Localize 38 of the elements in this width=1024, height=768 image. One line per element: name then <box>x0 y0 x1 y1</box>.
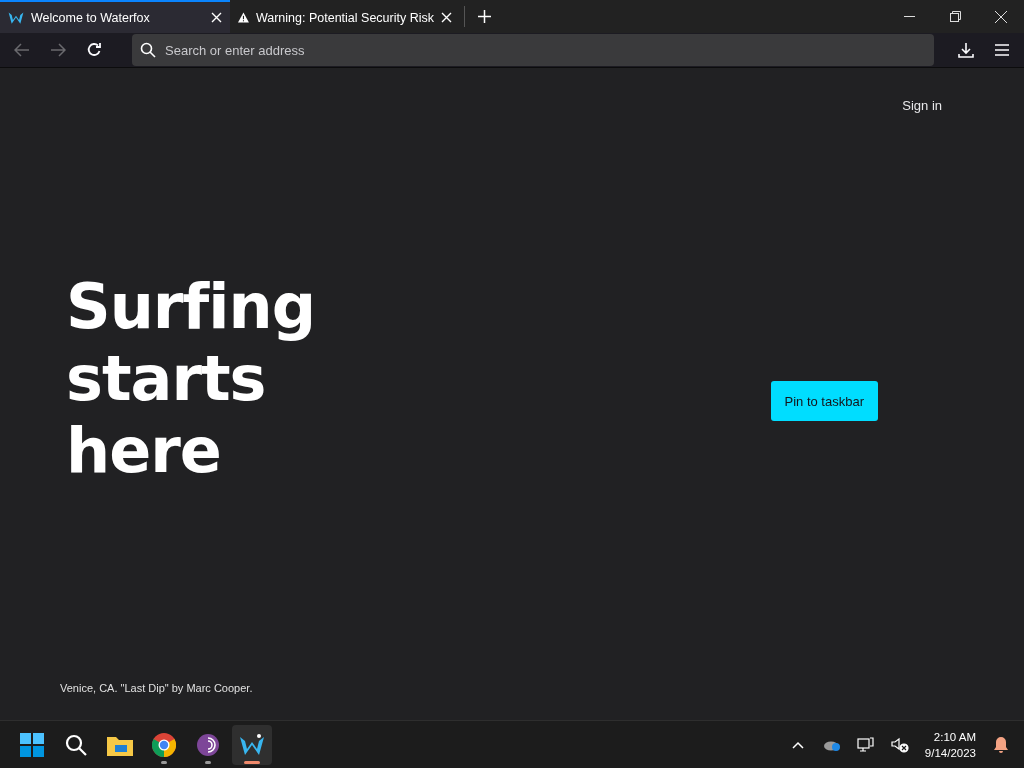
running-indicator <box>161 760 167 764</box>
running-indicator <box>244 760 260 764</box>
browser-tab[interactable]: Welcome to Waterfox <box>0 0 230 33</box>
back-arrow-icon <box>14 43 30 57</box>
clock[interactable]: 2:10 AM 9/14/2023 <box>924 728 976 761</box>
close-tab-button[interactable] <box>441 12 452 23</box>
close-tab-button[interactable] <box>211 12 222 23</box>
search-icon <box>64 732 88 757</box>
time-text: 2:10 AM <box>933 729 976 745</box>
taskbar-app-button[interactable] <box>232 724 272 765</box>
menu-icon <box>994 43 1010 57</box>
headline: Surfing starts here <box>66 271 316 487</box>
search-icon <box>140 42 156 58</box>
chrome-logo-icon <box>152 732 176 757</box>
browser-tab[interactable]: Warning: Potential Security Risk <box>230 0 460 33</box>
download-icon <box>958 42 974 58</box>
reload-icon <box>86 42 102 58</box>
restore-icon <box>949 11 961 22</box>
speaker-muted-icon <box>890 736 909 753</box>
windows-logo-icon <box>20 732 44 757</box>
warning-icon <box>238 10 249 25</box>
plus-icon <box>477 10 491 23</box>
onion-logo-icon <box>196 732 220 757</box>
date-text: 9/14/2023 <box>924 745 976 761</box>
network-icon <box>856 736 875 753</box>
address-field[interactable]: Search or enter address <box>132 34 934 66</box>
chevron-up-icon <box>791 740 804 749</box>
running-indicator <box>205 760 211 764</box>
sign-in-link[interactable]: Sign in <box>902 98 942 113</box>
waterfox-logo-icon <box>239 732 265 757</box>
waterfox-logo-icon <box>8 10 24 25</box>
close-icon <box>211 12 222 23</box>
photo-caption: Venice, CA. "Last Dip" by Marc Cooper. <box>60 682 254 694</box>
pin-to-taskbar-button[interactable]: Pin to taskbar <box>770 381 878 421</box>
close-icon <box>995 10 1007 23</box>
close-icon <box>441 12 452 23</box>
forward-arrow-icon <box>50 43 66 57</box>
bell-icon <box>993 735 1009 754</box>
